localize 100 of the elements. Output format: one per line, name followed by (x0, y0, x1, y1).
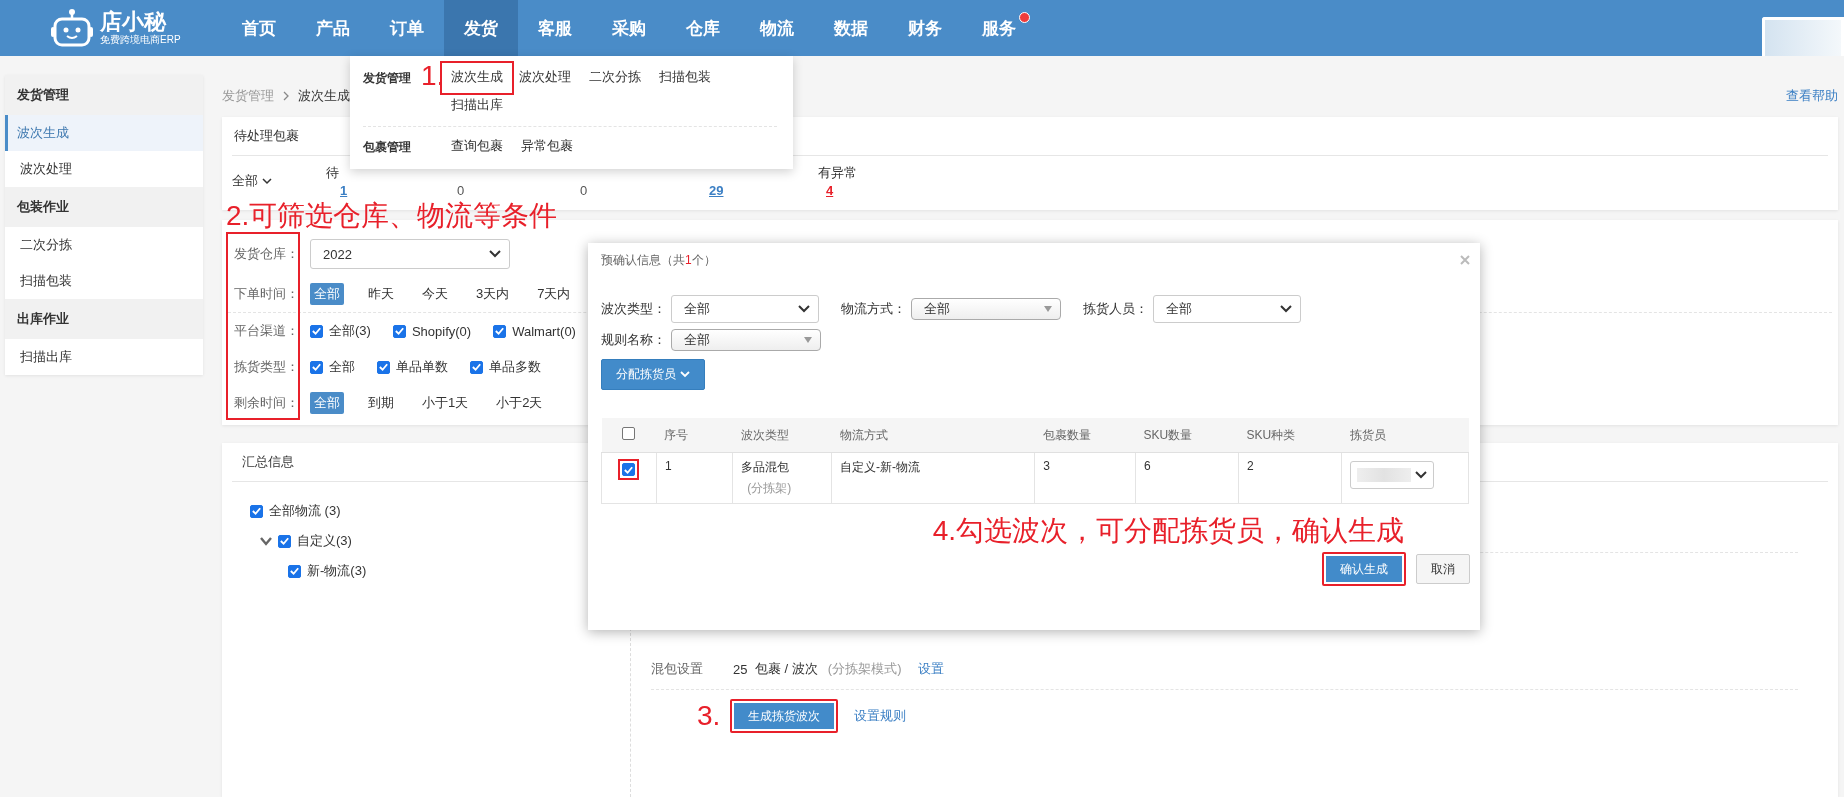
filter-select[interactable]: 全部 (671, 295, 819, 323)
checkbox-label: 全部(3) (329, 322, 371, 340)
dialog-title: 预确认信息（共1个） (601, 251, 716, 269)
assign-picker-button[interactable]: 分配拣货员 (601, 359, 705, 390)
checkbox[interactable] (392, 324, 406, 338)
nav-tab[interactable]: 财务 (888, 0, 962, 56)
stat-label: 有异常 (818, 164, 857, 182)
menu-item[interactable]: 扫描出库 (451, 92, 503, 120)
setting-value: 25 (733, 661, 745, 677)
table-cell: 6 (1144, 459, 1151, 473)
checkbox[interactable] (310, 324, 323, 338)
cancel-button[interactable]: 取消 (1416, 554, 1470, 584)
nav-tab[interactable]: 首页 (222, 0, 296, 56)
annotation-text: 2.可筛选仓库、物流等条件 (226, 199, 558, 233)
confirm-button[interactable]: 确认生成 (1322, 552, 1406, 586)
filter-option[interactable]: 今天 (418, 283, 452, 305)
select-all-checkbox[interactable] (622, 427, 636, 440)
menu-item[interactable]: 异常包裹 (521, 133, 573, 161)
sidebar-group-title: 发货管理 (5, 75, 203, 115)
stat-count[interactable]: 4 (818, 182, 834, 200)
menu-item[interactable]: 波次生成 (443, 64, 511, 92)
checkbox[interactable] (278, 534, 291, 548)
filter-option[interactable]: 全部 (310, 283, 344, 305)
checkbox[interactable] (310, 360, 323, 374)
checkbox[interactable] (377, 360, 390, 374)
expand-chevron-icon[interactable] (260, 536, 272, 546)
stat-count[interactable]: 29 (701, 182, 724, 200)
generate-wave-button[interactable]: 生成拣货波次 (730, 699, 839, 733)
stat-count[interactable]: 0 (449, 182, 465, 200)
menu-item[interactable]: 扫描包装 (659, 64, 711, 92)
checkbox[interactable] (493, 324, 507, 338)
filter-label: 波次类型： (601, 300, 667, 318)
filter-option[interactable]: 小于1天 (418, 392, 473, 414)
nav-tab[interactable]: 采购 (592, 0, 666, 56)
nav-tab[interactable]: 发货 (444, 0, 518, 56)
chevron-down-icon (680, 371, 690, 378)
checkbox-label: 单品单数 (396, 358, 448, 376)
nav-tab[interactable]: 数据 (814, 0, 888, 56)
chevron-down-icon (262, 177, 272, 185)
filter-option[interactable]: 小于2天 (492, 392, 547, 414)
nav-tab[interactable]: 产品 (296, 0, 370, 56)
filter-label: 发货仓库： (233, 245, 300, 263)
checkbox-label: 单品多数 (489, 358, 541, 376)
filter-option[interactable]: 到期 (364, 392, 398, 414)
nav-tab[interactable]: 物流 (740, 0, 814, 56)
filter-label: 剩余时间： (233, 394, 300, 412)
sidebar-group-title: 包装作业 (5, 187, 203, 227)
filter-label: 拣货人员： (1083, 300, 1149, 318)
warehouse-select[interactable]: 2022 (310, 239, 510, 269)
nav-tab[interactable]: 仓库 (666, 0, 740, 56)
sidebar-item[interactable]: 扫描出库 (5, 339, 203, 375)
menu-group-title: 发货管理 (363, 70, 412, 87)
column-header: SKU数量 (1135, 418, 1239, 453)
sidebar-item[interactable]: 波次生成 (5, 115, 203, 151)
triangle-down-icon (1044, 306, 1052, 312)
stat-count[interactable]: 1 (332, 182, 348, 200)
filter-option[interactable]: 昨天 (364, 283, 398, 305)
set-rules-link[interactable]: 设置规则 (854, 707, 907, 725)
checkbox[interactable] (288, 564, 301, 578)
blurred-value (1357, 468, 1412, 482)
chevron-down-icon (489, 250, 501, 258)
column-header: 波次类型 (732, 418, 832, 453)
column-header: 包裹数量 (1034, 418, 1136, 453)
breadcrumb-link[interactable]: 波次生成 (298, 87, 350, 105)
nav-tab[interactable]: 订单 (370, 0, 444, 56)
menu-item[interactable]: 波次处理 (519, 64, 571, 92)
triangle-down-icon (804, 337, 812, 343)
column-header: 序号 (656, 418, 733, 453)
filter-select[interactable]: 全部 (671, 329, 821, 351)
menu-item[interactable]: 查询包裹 (451, 133, 503, 161)
checkbox[interactable] (470, 360, 483, 374)
table-cell: 1 (664, 459, 672, 473)
column-header: 拣货员 (1341, 418, 1469, 453)
menu-item[interactable]: 二次分拣 (589, 64, 641, 92)
nav-tab[interactable]: 客服 (518, 0, 592, 56)
sidebar-item[interactable]: 波次处理 (5, 151, 203, 187)
robot-logo-icon (50, 8, 94, 48)
menu-group-title: 包裹管理 (363, 139, 412, 156)
table-cell: 自定义-新-物流 (840, 460, 921, 474)
filter-select[interactable]: 全部 (911, 298, 1061, 320)
logo-tagline: 免费跨境电商ERP (100, 34, 181, 46)
logo-name: 店小秘 (100, 10, 168, 34)
chevron-down-icon (1280, 305, 1292, 313)
settings-link[interactable]: 设置 (917, 660, 944, 678)
filter-label: 物流方式： (841, 300, 907, 318)
sidebar-item[interactable]: 二次分拣 (5, 227, 203, 263)
filter-select[interactable]: 全部 (1153, 295, 1301, 323)
filter-option[interactable]: 3天内 (472, 283, 514, 305)
filter-option[interactable]: 全部 (310, 392, 344, 414)
nav-tab[interactable]: 服务 (962, 0, 1036, 56)
stat-count[interactable]: 0 (572, 182, 588, 200)
filter-label: 规则名称： (601, 331, 667, 349)
filter-dropdown[interactable]: 全部 (232, 164, 326, 192)
tree-item-label: 全部物流 (3) (269, 502, 341, 520)
sidebar-item[interactable]: 扫描包装 (5, 263, 203, 299)
help-link[interactable]: 查看帮助 (1786, 87, 1838, 105)
checkbox[interactable] (250, 504, 263, 518)
filter-label: 拣货类型： (233, 358, 300, 376)
setting-mode: (分拣架模式) (827, 660, 902, 678)
filter-option[interactable]: 7天内 (533, 283, 575, 305)
